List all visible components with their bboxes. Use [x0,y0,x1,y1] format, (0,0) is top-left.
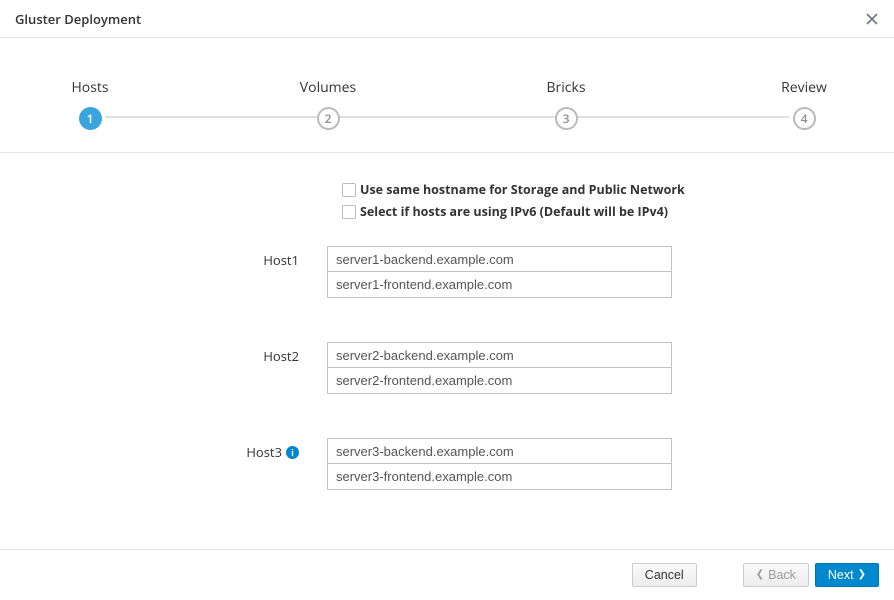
step-number: 4 [793,107,816,130]
modal-footer: Cancel ❮ Back Next ❯ [0,550,894,600]
host1-frontend-input[interactable] [327,272,672,298]
step-review[interactable]: Review 4 [774,78,834,130]
modal-body: Hosts 1 Volumes 2 Bricks 3 Review 4 [0,38,894,550]
step-label: Hosts [71,78,108,97]
step-bricks[interactable]: Bricks 3 [536,78,596,130]
close-button[interactable] [865,12,879,26]
chevron-left-icon: ❮ [756,570,764,580]
step-volumes[interactable]: Volumes 2 [298,78,358,130]
next-button-label: Next [828,568,854,582]
host3-backend-input[interactable] [327,438,672,464]
step-number: 2 [317,107,340,130]
host3-frontend-input[interactable] [327,464,672,490]
same-hostname-label: Use same hostname for Storage and Public… [360,181,685,198]
host2-label: Host2 [97,342,327,365]
info-icon[interactable]: i [286,446,299,459]
step-hosts[interactable]: Hosts 1 [60,78,120,130]
cancel-button[interactable]: Cancel [632,563,697,587]
ipv6-checkbox[interactable] [342,205,356,219]
host2-frontend-input[interactable] [327,368,672,394]
host1-label: Host1 [97,246,327,269]
step-number: 1 [79,107,102,130]
step-label: Review [781,78,827,97]
next-button[interactable]: Next ❯ [815,563,879,587]
host2-backend-input[interactable] [327,342,672,368]
wizard-steps: Hosts 1 Volumes 2 Bricks 3 Review 4 [0,38,894,153]
host3-label: Host3 i [97,438,327,461]
ipv6-label: Select if hosts are using IPv6 (Default … [360,203,668,220]
step-number: 3 [555,107,578,130]
modal-title: Gluster Deployment [15,10,141,28]
cancel-button-label: Cancel [645,568,684,582]
close-icon [865,12,879,26]
modal-header: Gluster Deployment [0,0,894,38]
back-button[interactable]: ❮ Back [743,563,809,587]
step-label: Volumes [300,78,356,97]
host-form: Use same hostname for Storage and Public… [0,153,894,520]
same-hostname-checkbox[interactable] [342,183,356,197]
host1-backend-input[interactable] [327,246,672,272]
step-label: Bricks [546,78,585,97]
back-button-label: Back [768,568,796,582]
chevron-right-icon: ❯ [858,570,866,580]
